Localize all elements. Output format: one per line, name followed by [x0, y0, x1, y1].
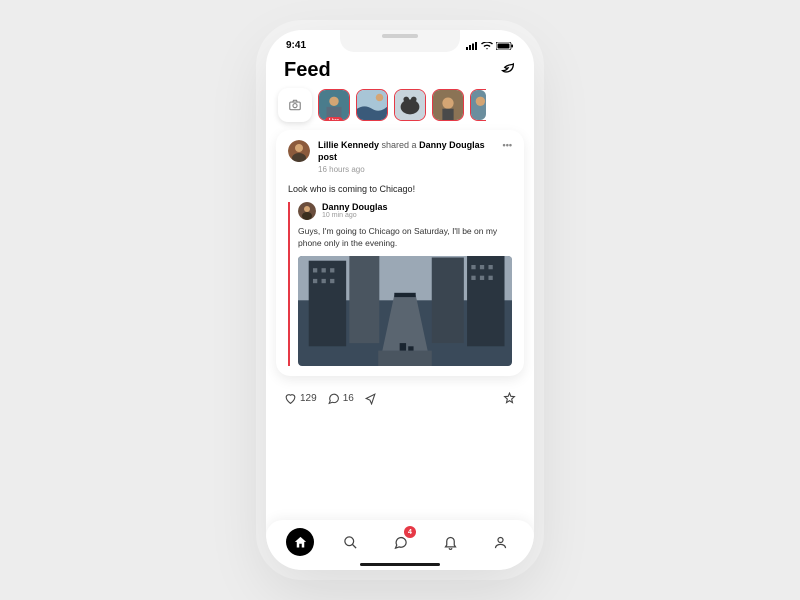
nav-chat[interactable]: 4 [386, 528, 414, 556]
story-item[interactable] [470, 89, 486, 121]
notch [340, 30, 460, 52]
shared-verb: shared a [382, 140, 417, 150]
camera-button[interactable] [278, 88, 312, 122]
header: Feed [266, 51, 534, 88]
quoted-author[interactable]: Danny Douglas [322, 202, 388, 212]
compose-icon[interactable] [500, 60, 516, 81]
bookmark-button[interactable] [503, 392, 516, 405]
chat-badge: 4 [404, 526, 416, 538]
more-icon[interactable]: ••• [503, 140, 512, 150]
story-item[interactable] [356, 89, 388, 121]
status-time: 9:41 [286, 40, 306, 51]
comment-button[interactable]: 16 [327, 392, 354, 405]
home-indicator[interactable] [360, 563, 440, 566]
story-item[interactable]: Live [318, 89, 350, 121]
page-title: Feed [284, 59, 331, 82]
live-badge: Live [325, 117, 343, 121]
quoted-timestamp: 10 min ago [322, 212, 388, 219]
nav-notifications[interactable] [436, 528, 464, 556]
story-item[interactable] [432, 89, 464, 121]
author-name[interactable]: Lillie Kennedy [318, 140, 379, 150]
nav-home[interactable] [286, 528, 314, 556]
phone-frame: 9:41 Feed Live [266, 30, 534, 570]
story-item[interactable] [394, 89, 426, 121]
stories-row[interactable]: Live [266, 88, 534, 130]
like-button[interactable]: 129 [284, 392, 317, 405]
nav-search[interactable] [336, 528, 364, 556]
post-timestamp: 16 hours ago [318, 165, 495, 175]
post-card: Lillie Kennedy shared a Danny Douglas po… [276, 130, 524, 376]
like-count: 129 [300, 393, 317, 404]
comment-count: 16 [343, 393, 354, 404]
quoted-avatar[interactable] [298, 202, 316, 220]
nav-profile[interactable] [486, 528, 514, 556]
post-image[interactable] [298, 256, 512, 366]
share-button[interactable] [364, 392, 377, 405]
post-header: Lillie Kennedy shared a Danny Douglas po… [288, 140, 512, 176]
post-actions: 129 16 [266, 384, 534, 409]
author-avatar[interactable] [288, 140, 310, 162]
quoted-text: Guys, I'm going to Chicago on Saturday, … [298, 226, 512, 250]
quoted-post[interactable]: Danny Douglas 10 min ago Guys, I'm going… [288, 202, 512, 366]
post-caption: Look who is coming to Chicago! [288, 184, 512, 194]
status-indicators [466, 42, 514, 50]
